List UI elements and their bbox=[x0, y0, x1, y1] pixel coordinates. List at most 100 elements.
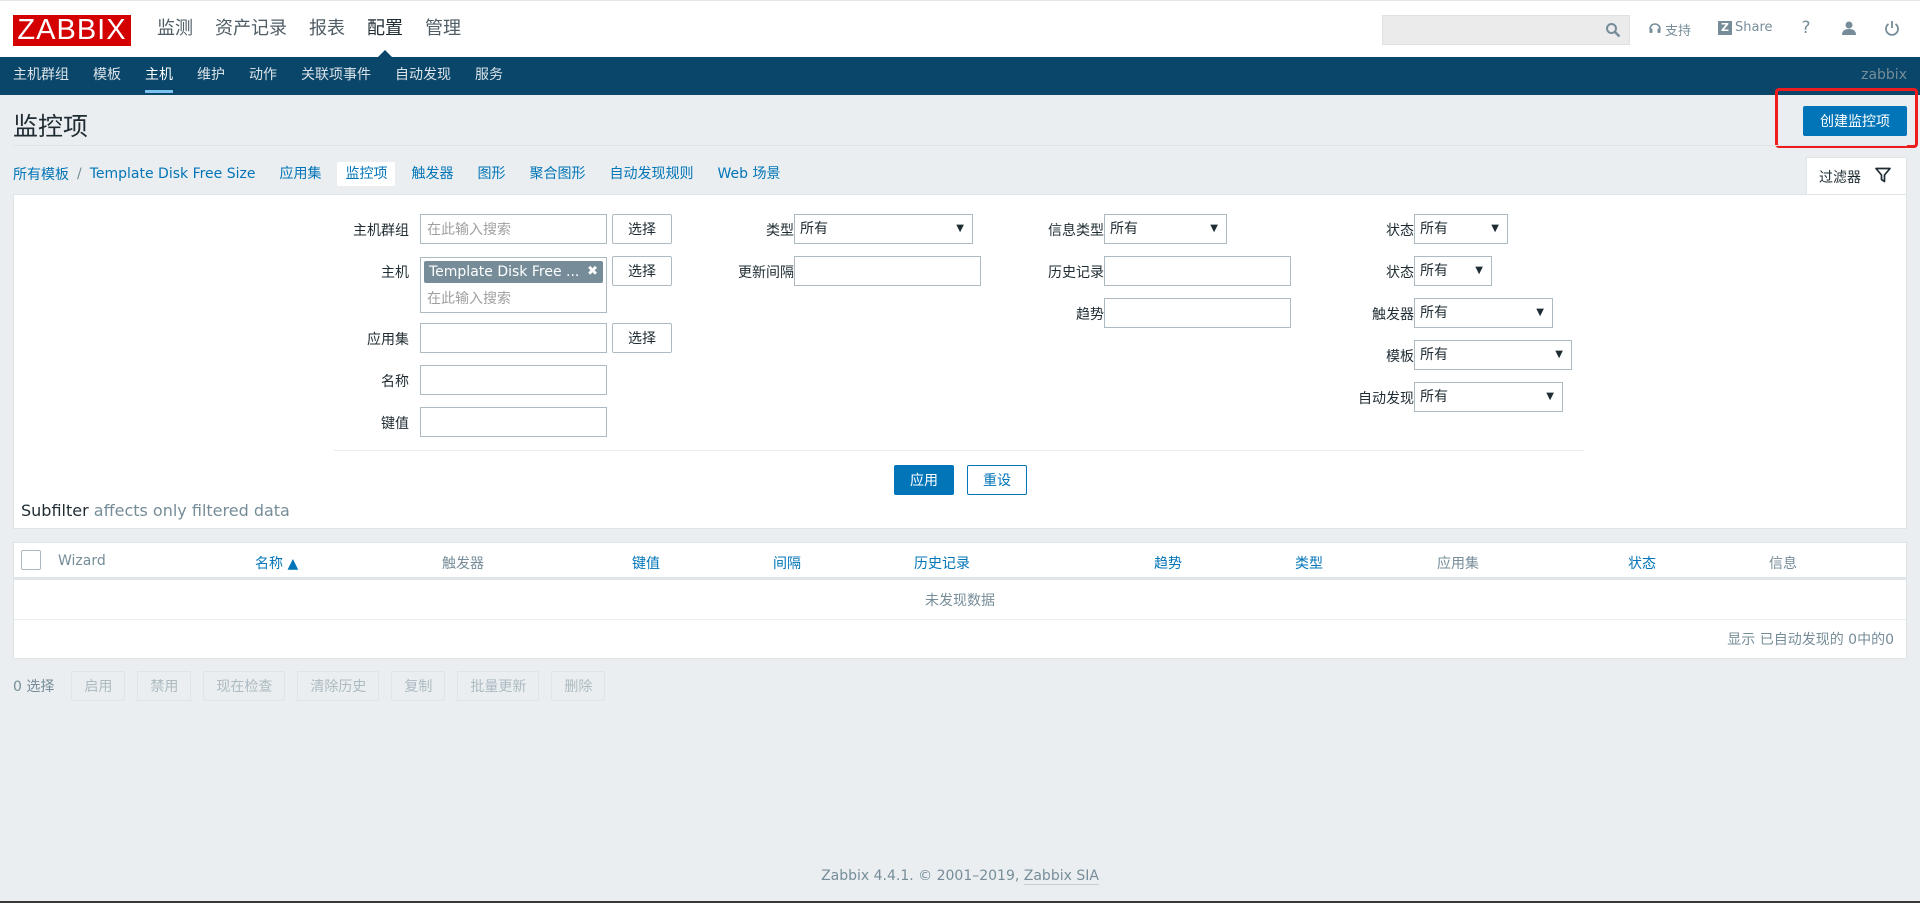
tab-graphs[interactable]: 图形 bbox=[469, 162, 513, 186]
tab-web-scenarios[interactable]: Web 场景 bbox=[709, 162, 788, 186]
main-menu-configuration[interactable]: 配置 bbox=[356, 1, 414, 58]
template-select-value: 所有 bbox=[1420, 347, 1448, 363]
dropdown-arrow-icon: ▼ bbox=[1491, 223, 1499, 234]
template-label: 模板 bbox=[1386, 349, 1414, 365]
header-divider bbox=[13, 145, 1907, 146]
share-icon: Z bbox=[1718, 20, 1732, 35]
discovery-label: 自动发现 bbox=[1358, 391, 1414, 407]
create-item-button[interactable]: 创建监控项 bbox=[1803, 106, 1907, 136]
sub-nav-event-correlation[interactable]: 关联项事件 bbox=[301, 57, 371, 93]
column-history[interactable]: 历史记录 bbox=[914, 553, 970, 573]
footer-company-link[interactable]: Zabbix SIA bbox=[1023, 868, 1099, 885]
column-interval[interactable]: 间隔 bbox=[773, 553, 801, 573]
triggers-select-value: 所有 bbox=[1420, 305, 1448, 321]
host-select-button[interactable]: 选择 bbox=[612, 256, 672, 286]
breadcrumb-separator: / bbox=[77, 166, 82, 182]
dropdown-arrow-icon: ▼ bbox=[1536, 307, 1544, 318]
dropdown-arrow-icon: ▼ bbox=[1210, 223, 1218, 234]
tab-triggers[interactable]: 触发器 bbox=[403, 162, 461, 186]
name-input[interactable] bbox=[420, 365, 607, 395]
triggers-label: 触发器 bbox=[1372, 307, 1414, 323]
user-profile-icon[interactable] bbox=[1838, 17, 1860, 39]
application-label: 应用集 bbox=[367, 332, 409, 348]
sub-nav-hosts[interactable]: 主机 bbox=[145, 57, 173, 93]
host-label: 主机 bbox=[381, 265, 409, 281]
state-select-value: 所有 bbox=[1420, 221, 1448, 237]
sub-nav-templates[interactable]: 模板 bbox=[93, 57, 121, 93]
sub-nav-host-groups[interactable]: 主机群组 bbox=[13, 57, 69, 93]
items-table: Wizard 名称 ▲ 触发器 键值 间隔 历史记录 趋势 类型 应用集 状态 … bbox=[13, 542, 1907, 659]
state-label: 状态 bbox=[1386, 223, 1414, 239]
column-applications: 应用集 bbox=[1437, 556, 1479, 572]
host-group-input[interactable] bbox=[420, 214, 607, 244]
history-input[interactable] bbox=[1104, 256, 1291, 286]
sub-nav-actions[interactable]: 动作 bbox=[249, 57, 277, 93]
template-select[interactable]: 所有 ▼ bbox=[1414, 340, 1572, 370]
sub-nav-services[interactable]: 服务 bbox=[475, 57, 503, 93]
host-multiselect[interactable]: Template Disk Free ... ✖ 在此输入搜索 bbox=[420, 257, 607, 313]
column-name[interactable]: 名称 ▲ bbox=[255, 553, 298, 573]
share-label: Share bbox=[1735, 20, 1773, 35]
sub-nav-maintenance[interactable]: 维护 bbox=[197, 57, 225, 93]
update-interval-input[interactable] bbox=[794, 256, 981, 286]
delete-button[interactable]: 删除 bbox=[551, 671, 606, 701]
copy-button[interactable]: 复制 bbox=[391, 671, 446, 701]
help-icon[interactable]: ? bbox=[1795, 17, 1817, 39]
zabbix-logo[interactable]: ZABBIX bbox=[13, 15, 131, 46]
footer-copyright: Zabbix 4.4.1. © 2001–2019, bbox=[821, 868, 1024, 884]
main-menu: 监测 资产记录 报表 配置 管理 bbox=[157, 1, 472, 58]
column-type[interactable]: 类型 bbox=[1295, 553, 1323, 573]
host-group-select-button[interactable]: 选择 bbox=[612, 214, 672, 244]
main-menu-administration[interactable]: 管理 bbox=[414, 1, 472, 58]
column-status[interactable]: 状态 bbox=[1628, 553, 1656, 573]
trends-input[interactable] bbox=[1104, 298, 1291, 328]
share-link[interactable]: Z Share bbox=[1718, 20, 1773, 35]
status-select-value: 所有 bbox=[1420, 263, 1448, 279]
remove-chip-icon[interactable]: ✖ bbox=[587, 261, 598, 283]
main-menu-reports[interactable]: 报表 bbox=[298, 1, 356, 58]
state-select[interactable]: 所有 ▼ bbox=[1414, 214, 1508, 244]
application-select-button[interactable]: 选择 bbox=[612, 323, 672, 353]
search-input[interactable] bbox=[1383, 16, 1593, 44]
breadcrumb-template[interactable]: Template Disk Free Size bbox=[90, 166, 256, 182]
sub-nav-discovery[interactable]: 自动发现 bbox=[395, 57, 451, 93]
tab-screens[interactable]: 聚合图形 bbox=[521, 162, 593, 186]
table-header: Wizard 名称 ▲ 触发器 键值 间隔 历史记录 趋势 类型 应用集 状态 … bbox=[14, 543, 1906, 580]
sign-out-icon[interactable] bbox=[1881, 17, 1903, 39]
support-link[interactable]: 支持 bbox=[1648, 20, 1691, 39]
dropdown-arrow-icon: ▼ bbox=[1475, 265, 1483, 276]
tab-applications[interactable]: 应用集 bbox=[271, 162, 329, 186]
disable-button[interactable]: 禁用 bbox=[137, 671, 192, 701]
key-label: 键值 bbox=[381, 416, 409, 432]
enable-button[interactable]: 启用 bbox=[71, 671, 126, 701]
status-label: 状态 bbox=[1386, 265, 1414, 281]
check-now-button[interactable]: 现在检查 bbox=[203, 671, 286, 701]
paging-summary: 显示 已自动发现的 0中的0 bbox=[1727, 632, 1894, 648]
apply-button[interactable]: 应用 bbox=[894, 465, 954, 495]
type-select-value: 所有 bbox=[800, 221, 828, 237]
dropdown-arrow-icon: ▼ bbox=[1546, 391, 1554, 402]
column-key[interactable]: 键值 bbox=[632, 553, 660, 573]
key-input[interactable] bbox=[420, 407, 607, 437]
status-select[interactable]: 所有 ▼ bbox=[1414, 256, 1492, 286]
main-menu-inventory[interactable]: 资产记录 bbox=[204, 1, 298, 58]
filter-toggle-tab[interactable]: 过滤器 bbox=[1806, 157, 1907, 195]
info-type-select[interactable]: 所有 ▼ bbox=[1104, 214, 1227, 244]
triggers-select[interactable]: 所有 ▼ bbox=[1414, 298, 1553, 328]
main-menu-monitoring[interactable]: 监测 bbox=[157, 1, 204, 58]
breadcrumb-all-templates[interactable]: 所有模板 bbox=[13, 164, 69, 184]
column-trends[interactable]: 趋势 bbox=[1154, 553, 1182, 573]
mass-update-button[interactable]: 批量更新 bbox=[457, 671, 540, 701]
application-input[interactable] bbox=[420, 323, 607, 353]
search-icon[interactable] bbox=[1605, 22, 1621, 38]
discovery-select[interactable]: 所有 ▼ bbox=[1414, 382, 1563, 412]
select-all-checkbox[interactable] bbox=[21, 550, 41, 570]
history-label: 历史记录 bbox=[1048, 265, 1104, 281]
type-select[interactable]: 所有 ▼ bbox=[794, 214, 973, 244]
reset-button[interactable]: 重设 bbox=[967, 465, 1027, 495]
host-search-placeholder[interactable]: 在此输入搜索 bbox=[427, 288, 511, 308]
tab-items[interactable]: 监控项 bbox=[337, 162, 396, 186]
tab-discovery-rules[interactable]: 自动发现规则 bbox=[601, 162, 701, 186]
discovery-select-value: 所有 bbox=[1420, 389, 1448, 405]
clear-history-button[interactable]: 清除历史 bbox=[297, 671, 380, 701]
